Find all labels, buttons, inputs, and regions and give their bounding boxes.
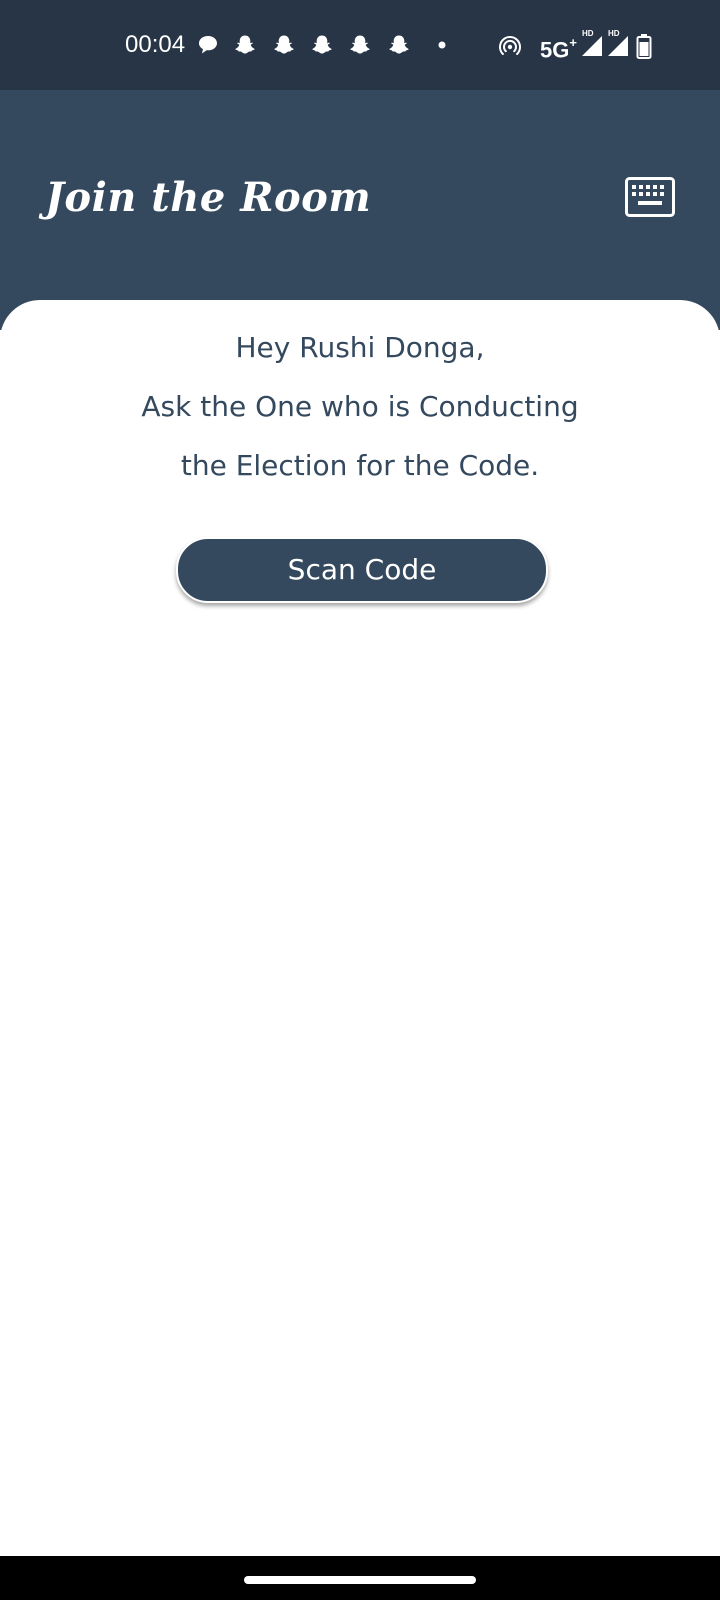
instruction-line-1: Ask the One who is Conducting [141,390,579,423]
screen: 00:04 5G+ HD HD Join the Room Hey Rushi … [0,0,720,1600]
keyboard-icon [625,177,675,217]
snapchat-icon [387,33,411,57]
chat-bubble-icon [196,33,220,57]
signal-icon [580,34,604,58]
signal-icon [606,34,630,58]
keyboard-button[interactable] [624,176,676,218]
scan-code-button[interactable]: Scan Code [176,537,548,603]
instruction-message: Hey Rushi Donga, Ask the One who is Cond… [0,318,720,495]
snapchat-icon [272,33,296,57]
home-indicator[interactable] [244,1576,476,1584]
network-type: 5G+ [540,32,577,63]
instruction-line-2: the Election for the Code. [180,449,540,482]
status-bar: 00:04 5G+ HD HD [0,0,720,90]
greeting-text: Hey Rushi Donga, [235,331,485,364]
snapchat-icon [233,33,257,57]
battery-icon [636,33,660,59]
snapchat-icon [310,33,334,57]
notification-dot-icon [430,33,454,57]
page-title: Join the Room [45,174,372,221]
hotspot-icon [497,33,521,57]
network-type-suffix: + [569,35,577,50]
snapchat-icon [348,33,372,57]
status-time: 00:04 [125,31,186,58]
network-type-label: 5G [540,37,570,63]
